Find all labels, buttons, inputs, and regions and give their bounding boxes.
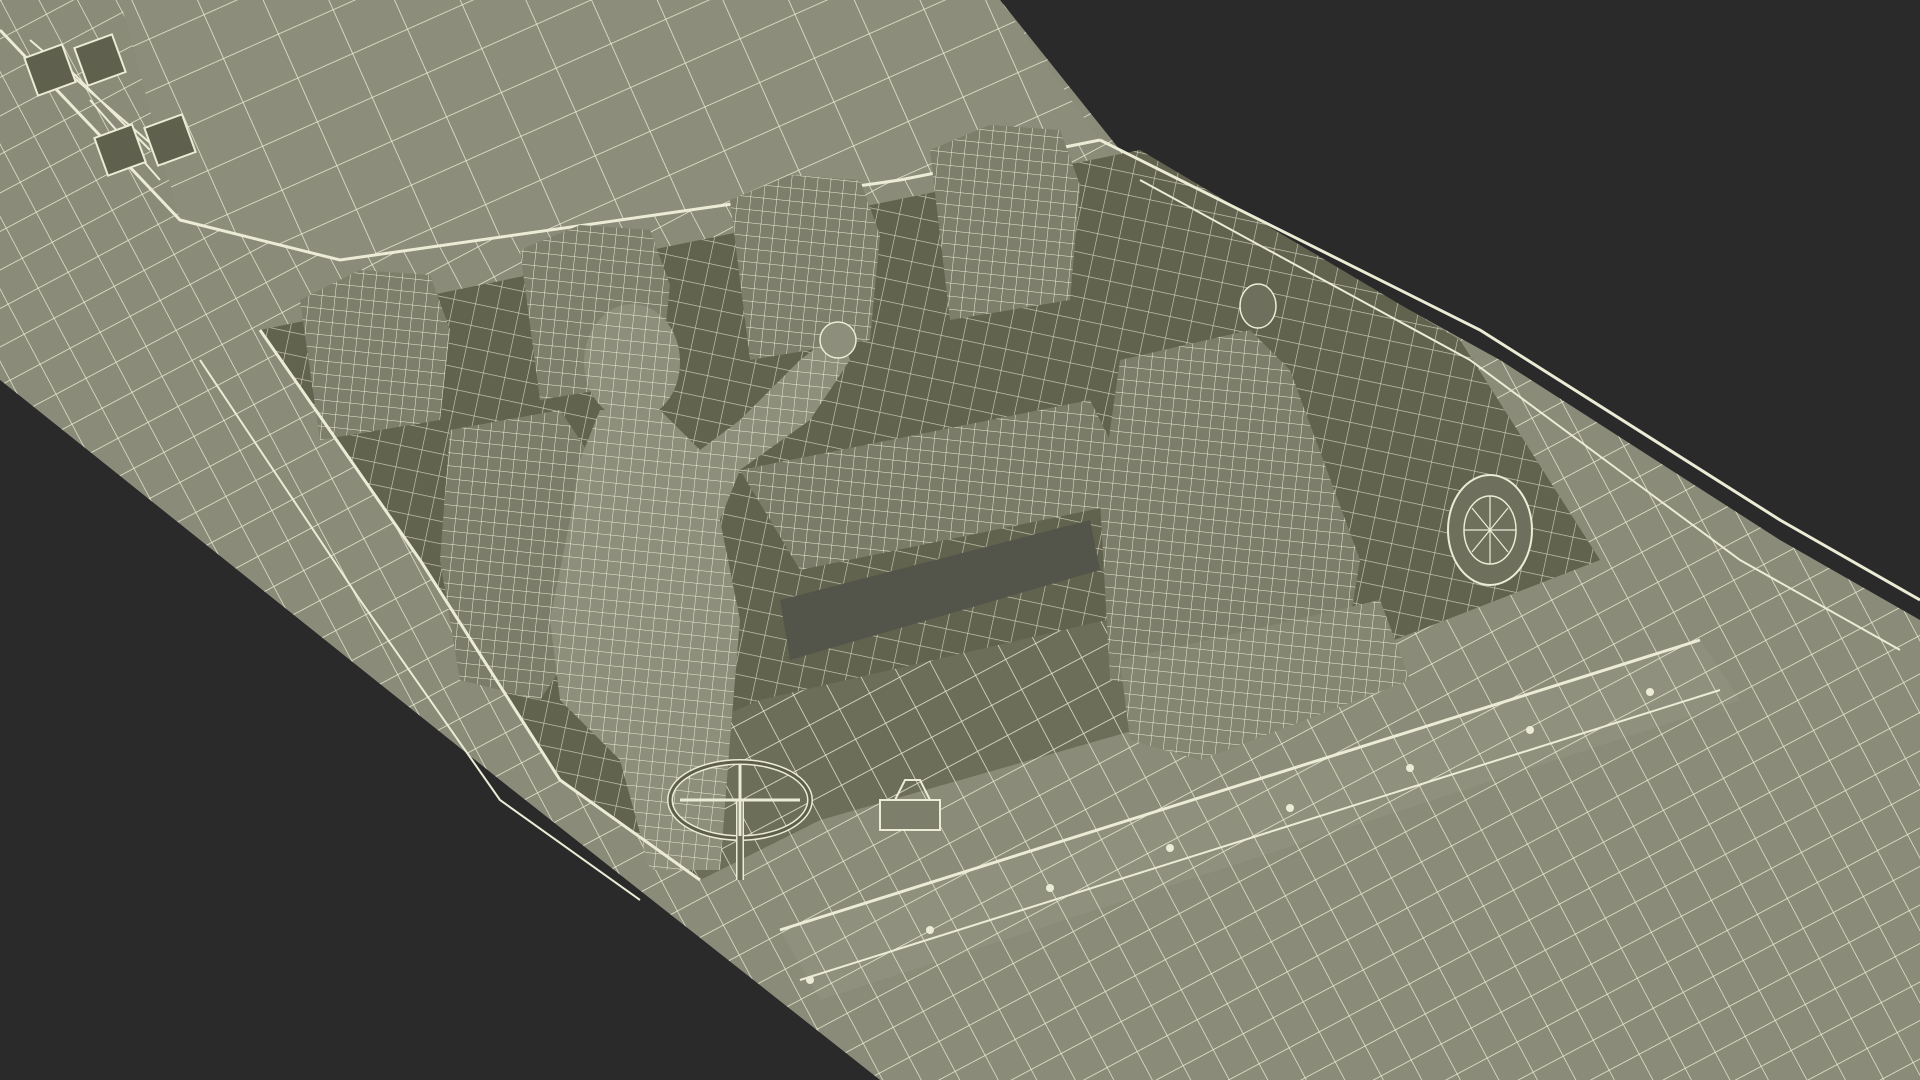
- rear-speaker-icon: [1239, 283, 1277, 329]
- wireframe-boat-render: [0, 0, 1920, 1080]
- speaker-icon: [1447, 474, 1533, 586]
- render-viewport: [0, 0, 1920, 1080]
